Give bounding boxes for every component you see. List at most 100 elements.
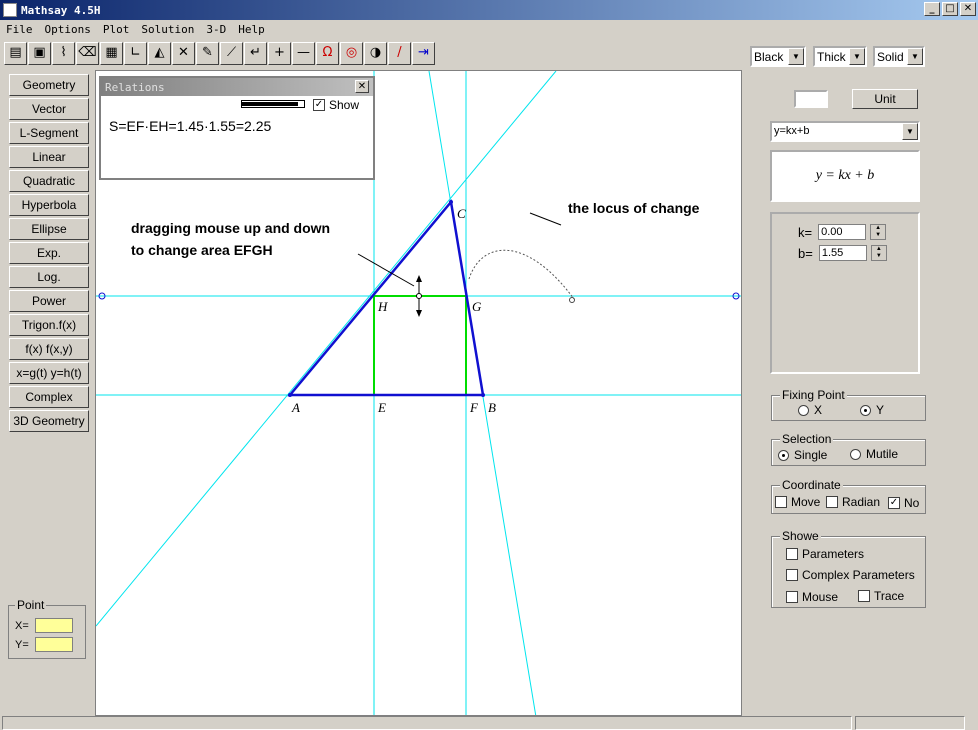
fixing-x-radio[interactable]: X xyxy=(798,403,822,417)
mutile-radio[interactable]: Mutile xyxy=(850,447,898,461)
y-field[interactable] xyxy=(34,637,73,652)
single-radio[interactable]: Single xyxy=(778,448,827,462)
3d-geometry-button[interactable]: 3D Geometry xyxy=(9,410,89,432)
contrast-icon[interactable]: ◑ xyxy=(364,42,387,65)
close-button[interactable]: ✕ xyxy=(960,2,976,16)
point-group: Point X= Y= xyxy=(8,598,86,659)
showe-group: Showe Parameters Complex Parameters Mous… xyxy=(771,529,926,608)
relations-slider[interactable] xyxy=(241,100,305,108)
complex-button[interactable]: Complex xyxy=(9,386,89,408)
chevron-down-icon: ▼ xyxy=(788,48,804,65)
function-select[interactable]: y=kx+b ▼ xyxy=(770,121,920,142)
drag-point[interactable] xyxy=(416,293,422,299)
pencil-icon[interactable]: / xyxy=(388,42,411,65)
geometry-button[interactable]: Geometry xyxy=(9,74,89,96)
x-field[interactable] xyxy=(34,618,73,633)
selection-group: Selection Single Mutile xyxy=(771,432,926,466)
minimize-button[interactable]: _ xyxy=(924,2,940,16)
segment-icon[interactable]: ⟋ xyxy=(220,42,243,65)
param-k-spinner[interactable]: ▲ ▼ xyxy=(870,224,887,240)
fixing-point-title: Fixing Point xyxy=(780,388,847,402)
color-select[interactable]: Black ▼ xyxy=(750,46,806,67)
label-c: C xyxy=(457,206,466,221)
y-label: Y= xyxy=(15,638,29,651)
radio-selected-icon xyxy=(860,404,871,416)
show-label: Show xyxy=(329,98,360,112)
parameters-checkbox[interactable]: Parameters xyxy=(786,547,864,561)
vertex-a[interactable] xyxy=(288,393,292,397)
parametric-button[interactable]: x=g(t) y=h(t) xyxy=(9,362,89,384)
no-checkbox[interactable]: ✓ No xyxy=(888,496,919,510)
unit-field[interactable] xyxy=(794,90,828,108)
l-segment-button[interactable]: L-Segment xyxy=(9,122,89,144)
plus-icon[interactable]: + xyxy=(268,42,291,65)
quadratic-button[interactable]: Quadratic xyxy=(9,170,89,192)
mouse-checkbox[interactable]: Mouse xyxy=(786,590,838,604)
drag-arrow-up-head xyxy=(416,275,422,282)
fixing-y-radio[interactable]: Y xyxy=(860,403,884,417)
menu-3d[interactable]: 3-D xyxy=(206,23,226,36)
title-bar: Mathsay 4.5H _ □ ✕ xyxy=(0,0,978,20)
line-style-select[interactable]: Solid ▼ xyxy=(873,46,925,67)
vector-button[interactable]: Vector xyxy=(9,98,89,120)
intersect-icon[interactable]: ✕ xyxy=(172,42,195,65)
exit-icon[interactable]: ⇥ xyxy=(412,42,435,65)
label-b: B xyxy=(488,400,496,415)
magnet-icon[interactable]: Ω xyxy=(316,42,339,65)
vertex-b[interactable] xyxy=(481,393,485,397)
radian-checkbox[interactable]: Radian xyxy=(826,495,880,509)
param-k-label: k= xyxy=(798,224,813,240)
complex-parameters-checkbox[interactable]: Complex Parameters xyxy=(786,568,915,582)
menu-help[interactable]: Help xyxy=(238,23,265,36)
param-b-label: b= xyxy=(798,245,813,261)
grid-icon[interactable]: ▦ xyxy=(100,42,123,65)
open-icon[interactable]: ▤ xyxy=(4,42,27,65)
fx-fxy-button[interactable]: f(x) f(x,y) xyxy=(9,338,89,360)
linear-button[interactable]: Linear xyxy=(9,146,89,168)
target-icon[interactable]: ◎ xyxy=(340,42,363,65)
label-f: F xyxy=(469,400,479,415)
log-button[interactable]: Log. xyxy=(9,266,89,288)
menu-solution[interactable]: Solution xyxy=(141,23,194,36)
function-buttons: Geometry Vector L-Segment Linear Quadrat… xyxy=(9,74,89,434)
menu-plot[interactable]: Plot xyxy=(103,23,130,36)
hyperbola-button[interactable]: Hyperbola xyxy=(9,194,89,216)
radio-selected-icon xyxy=(778,449,789,461)
drag-annotation-line2: to change area EFGH xyxy=(131,242,273,258)
ellipse-button[interactable]: Ellipse xyxy=(9,218,89,240)
power-button[interactable]: Power xyxy=(9,290,89,312)
relations-window: Relations ✕ ✓ Show S=EF·EH=1.45·1.55=2.2… xyxy=(99,76,375,180)
relations-title: Relations xyxy=(105,80,165,94)
save-icon[interactable]: ▣ xyxy=(28,42,51,65)
param-b-input[interactable]: 1.55 xyxy=(818,245,867,261)
param-b-row: b= 1.55 ▲ ▼ xyxy=(798,245,887,261)
relations-close-button[interactable]: ✕ xyxy=(355,80,369,93)
trace-checkbox[interactable]: Trace xyxy=(858,589,904,603)
checkbox-icon xyxy=(858,590,870,602)
erase-icon[interactable]: ⌫ xyxy=(76,42,99,65)
label-g: G xyxy=(472,299,482,314)
maximize-button[interactable]: □ xyxy=(942,2,958,16)
graph-icon[interactable]: ⌇ xyxy=(52,42,75,65)
arrow-icon[interactable]: ↵ xyxy=(244,42,267,65)
triangle-icon[interactable]: ◭ xyxy=(148,42,171,65)
trigon-button[interactable]: Trigon.f(x) xyxy=(9,314,89,336)
relations-title-bar[interactable]: Relations xyxy=(101,78,373,96)
unit-button[interactable]: Unit xyxy=(852,89,918,109)
param-k-row: k= 0.00 ▲ ▼ xyxy=(798,224,887,240)
parameter-panel: k= 0.00 ▲ ▼ b= 1.55 ▲ ▼ xyxy=(770,212,920,374)
menu-file[interactable]: File xyxy=(6,23,33,36)
pen-icon[interactable]: ✎ xyxy=(196,42,219,65)
angle-icon[interactable]: ∟ xyxy=(124,42,147,65)
vertex-c[interactable] xyxy=(449,200,453,204)
x-label: X= xyxy=(15,619,29,632)
move-checkbox[interactable]: Move xyxy=(775,495,820,509)
param-k-input[interactable]: 0.00 xyxy=(818,224,867,240)
show-checkbox[interactable]: ✓ Show xyxy=(313,98,359,112)
minus-icon[interactable]: — xyxy=(292,42,315,65)
param-b-spinner[interactable]: ▲ ▼ xyxy=(870,245,887,261)
thickness-select[interactable]: Thick ▼ xyxy=(813,46,867,67)
menu-options[interactable]: Options xyxy=(45,23,91,36)
exp-button[interactable]: Exp. xyxy=(9,242,89,264)
relations-formula: S=EF·EH=1.45·1.55=2.25 xyxy=(109,118,272,134)
